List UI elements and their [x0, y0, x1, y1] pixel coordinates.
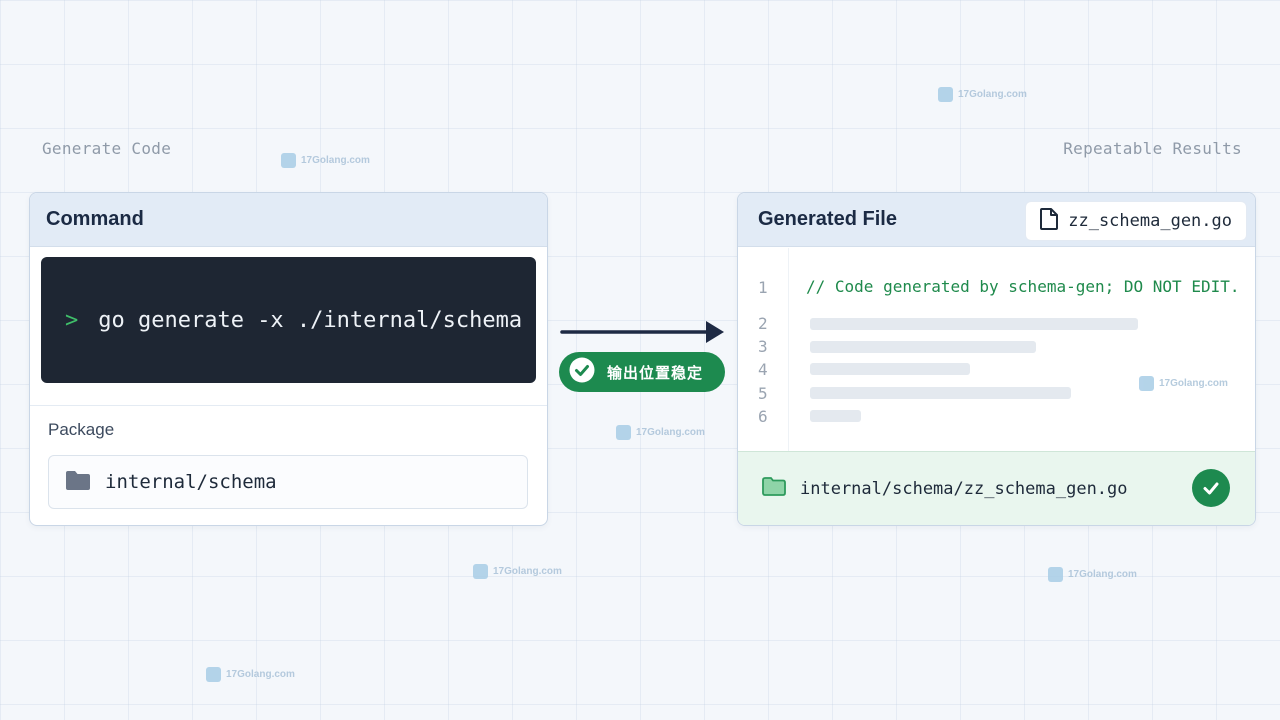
- watermark-logo-icon: [1139, 376, 1154, 391]
- watermark-logo-icon: [938, 87, 953, 102]
- watermark: 17Golang.com: [473, 564, 562, 579]
- watermark: 17Golang.com: [1048, 567, 1137, 582]
- watermark-text: 17Golang.com: [958, 89, 1027, 100]
- code-placeholder-line: [810, 341, 1036, 353]
- line-gutter: 1 2 3 4 5 6: [738, 248, 789, 451]
- status-text: 输出位置稳定: [607, 364, 704, 382]
- code-placeholder-line: [810, 387, 1071, 399]
- arrow-right-icon: [560, 318, 726, 351]
- status-badge: 输出位置稳定: [559, 352, 725, 392]
- left-section-label: Generate Code: [42, 139, 172, 158]
- code-placeholder-line: [810, 363, 970, 375]
- code-editor: 1 2 3 4 5 6 // Code generated by schema-…: [738, 248, 1255, 451]
- right-section-label: Repeatable Results: [1063, 139, 1242, 158]
- folder-icon: [762, 476, 786, 501]
- watermark-text: 17Golang.com: [636, 427, 705, 438]
- package-value: internal/schema: [105, 471, 277, 493]
- code-placeholder-line: [810, 318, 1138, 330]
- terminal-command[interactable]: go generate -x ./internal/schema: [98, 308, 522, 333]
- watermark-logo-icon: [1048, 567, 1063, 582]
- line-number: 5: [758, 384, 768, 403]
- file-tab-name: zz_schema_gen.go: [1068, 211, 1232, 231]
- watermark-text: 17Golang.com: [226, 669, 295, 680]
- code-placeholder-line: [810, 410, 861, 422]
- command-card: Command > go generate -x ./internal/sche…: [29, 192, 548, 526]
- output-path: internal/schema/zz_schema_gen.go: [800, 478, 1128, 499]
- generated-file-card: Generated File zz_schema_gen.go 1 2 3 4 …: [737, 192, 1256, 526]
- line-number: 6: [758, 407, 768, 426]
- output-path-bar: internal/schema/zz_schema_gen.go: [738, 451, 1255, 525]
- watermark: 17Golang.com: [616, 425, 705, 440]
- check-icon: [569, 357, 595, 388]
- watermark-logo-icon: [616, 425, 631, 440]
- watermark-text: 17Golang.com: [1068, 569, 1137, 580]
- command-card-title: Command: [46, 208, 144, 230]
- line-number: 4: [758, 360, 768, 379]
- watermark-logo-icon: [206, 667, 221, 682]
- command-card-header: Command: [30, 193, 547, 247]
- watermark: 17Golang.com: [1139, 376, 1228, 391]
- line-number: 2: [758, 314, 768, 333]
- watermark-text: 17Golang.com: [493, 566, 562, 577]
- watermark: 17Golang.com: [206, 667, 295, 682]
- package-field[interactable]: internal/schema: [48, 455, 528, 509]
- file-tab[interactable]: zz_schema_gen.go: [1025, 201, 1247, 241]
- watermark-logo-icon: [281, 153, 296, 168]
- watermark: 17Golang.com: [938, 87, 1027, 102]
- code-line-comment: // Code generated by schema-gen; DO NOT …: [806, 277, 1240, 296]
- card-divider: [30, 405, 547, 406]
- terminal-block: > go generate -x ./internal/schema: [41, 257, 536, 383]
- terminal-prompt: >: [65, 307, 79, 333]
- watermark-text: 17Golang.com: [1159, 378, 1228, 389]
- watermark-logo-icon: [473, 564, 488, 579]
- line-number: 3: [758, 337, 768, 356]
- line-number: 1: [758, 278, 768, 297]
- watermark: 17Golang.com: [281, 153, 370, 168]
- watermark-text: 17Golang.com: [301, 155, 370, 166]
- check-icon: [1192, 469, 1230, 507]
- generated-card-title: Generated File: [758, 208, 897, 230]
- file-icon: [1040, 207, 1059, 235]
- package-label: Package: [48, 420, 115, 439]
- folder-icon: [65, 469, 91, 496]
